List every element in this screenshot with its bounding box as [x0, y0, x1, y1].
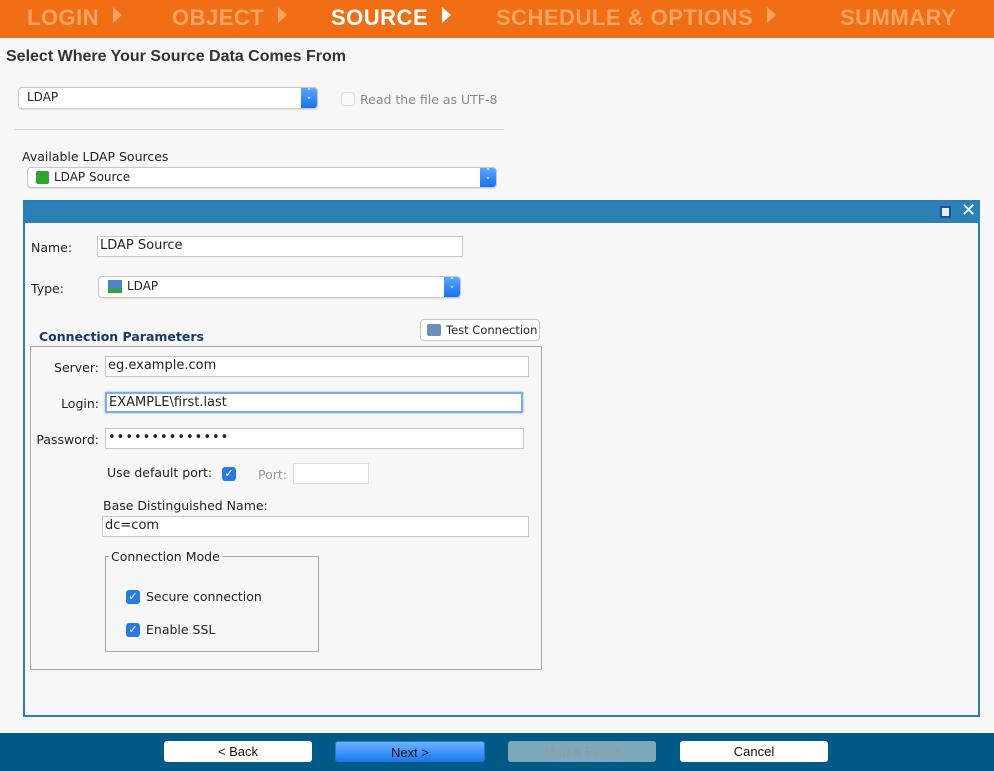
back-button[interactable]: < Back — [164, 741, 312, 762]
connection-parameters-group: Server: eg.example.com Login: EXAMPLE\fi… — [30, 346, 542, 670]
chevron-right-icon — [278, 7, 288, 23]
footer-bar: < Back Next > Map & Finish Cancel — [0, 733, 994, 771]
test-connection-button[interactable]: Test Connection — [420, 319, 540, 341]
step-label: SCHEDULE & OPTIONS — [496, 5, 754, 30]
source-type-select[interactable]: LDAP ˄ ˅ — [18, 87, 318, 109]
select-value: LDAP Source — [54, 170, 131, 184]
stepper-icon: ˄ ˅ — [480, 168, 496, 187]
chevron-right-icon — [113, 7, 123, 23]
select-value: LDAP — [127, 279, 159, 293]
name-input[interactable]: LDAP Source — [97, 236, 463, 257]
stepper-icon: ˄ ˅ — [444, 277, 460, 297]
server-input[interactable]: eg.example.com — [105, 356, 529, 377]
available-sources-select[interactable]: LDAP Source ˄ ˅ — [27, 167, 497, 188]
close-icon[interactable]: ✕ — [961, 200, 976, 221]
save-icon[interactable] — [940, 206, 951, 218]
divider — [15, 129, 504, 130]
enable-ssl-label: Enable SSL — [146, 622, 216, 637]
password-label: Password: — [36, 432, 99, 447]
source-panel: ✕ Name: LDAP Source Type: LDAP ˄ ˅ Connect… — [23, 200, 980, 717]
stepper-icon: ˄ ˅ — [301, 88, 317, 108]
secure-connection-checkbox[interactable]: ✓ — [126, 590, 140, 604]
port-input[interactable] — [293, 463, 369, 484]
page-title: Select Where Your Source Data Comes From — [6, 48, 346, 65]
map-finish-button: Map & Finish — [508, 741, 656, 762]
chevron-right-icon — [442, 7, 452, 23]
step-label: LOGIN — [27, 5, 100, 30]
connection-parameters-title: Connection Parameters — [39, 329, 204, 344]
step-source: SOURCE — [331, 5, 452, 31]
utf8-label: Read the file as UTF-8 — [360, 92, 498, 107]
ldap-type-icon — [108, 280, 122, 293]
connection-mode-group: Connection Mode ✓ Secure connection ✓ En… — [105, 549, 319, 652]
secure-connection-label: Secure connection — [146, 589, 262, 604]
cancel-button[interactable]: Cancel — [680, 741, 828, 762]
connection-mode-legend: Connection Mode — [111, 549, 220, 564]
base-dn-input[interactable]: dc=com — [102, 516, 529, 537]
chevron-right-icon — [767, 7, 777, 23]
name-label: Name: — [31, 240, 73, 255]
network-icon — [427, 324, 441, 336]
type-select[interactable]: LDAP ˄ ˅ — [98, 276, 461, 298]
panel-header: ✕ — [25, 200, 978, 223]
password-input[interactable]: •••••••••••••• — [105, 428, 524, 449]
select-value: LDAP — [27, 90, 59, 104]
step-login: LOGIN — [27, 5, 123, 31]
base-dn-label: Base Distinguished Name: — [103, 498, 268, 513]
available-sources-label: Available LDAP Sources — [22, 149, 169, 164]
step-summary: SUMMARY — [840, 5, 956, 31]
step-object: OBJECT — [172, 5, 288, 31]
server-label: Server: — [54, 360, 99, 375]
default-port-label: Use default port: — [107, 465, 213, 480]
ldap-source-icon — [36, 171, 49, 184]
login-label: Login: — [61, 396, 99, 411]
login-input[interactable]: EXAMPLE\first.last — [105, 392, 523, 413]
button-label: Test Connection — [446, 323, 538, 337]
enable-ssl-checkbox[interactable]: ✓ — [126, 623, 140, 637]
step-label: SUMMARY — [840, 5, 957, 30]
wizard-steps: LOGIN OBJECT SOURCE SCHEDULE & OPTIONS S… — [0, 0, 994, 38]
step-schedule: SCHEDULE & OPTIONS — [496, 5, 777, 31]
next-button[interactable]: Next > — [335, 741, 485, 762]
step-label: OBJECT — [172, 5, 265, 30]
port-label: Port: — [258, 467, 287, 482]
default-port-checkbox[interactable]: ✓ — [222, 467, 236, 481]
type-label: Type: — [31, 281, 64, 296]
utf8-checkbox[interactable] — [341, 92, 355, 106]
step-label: SOURCE — [331, 5, 429, 30]
